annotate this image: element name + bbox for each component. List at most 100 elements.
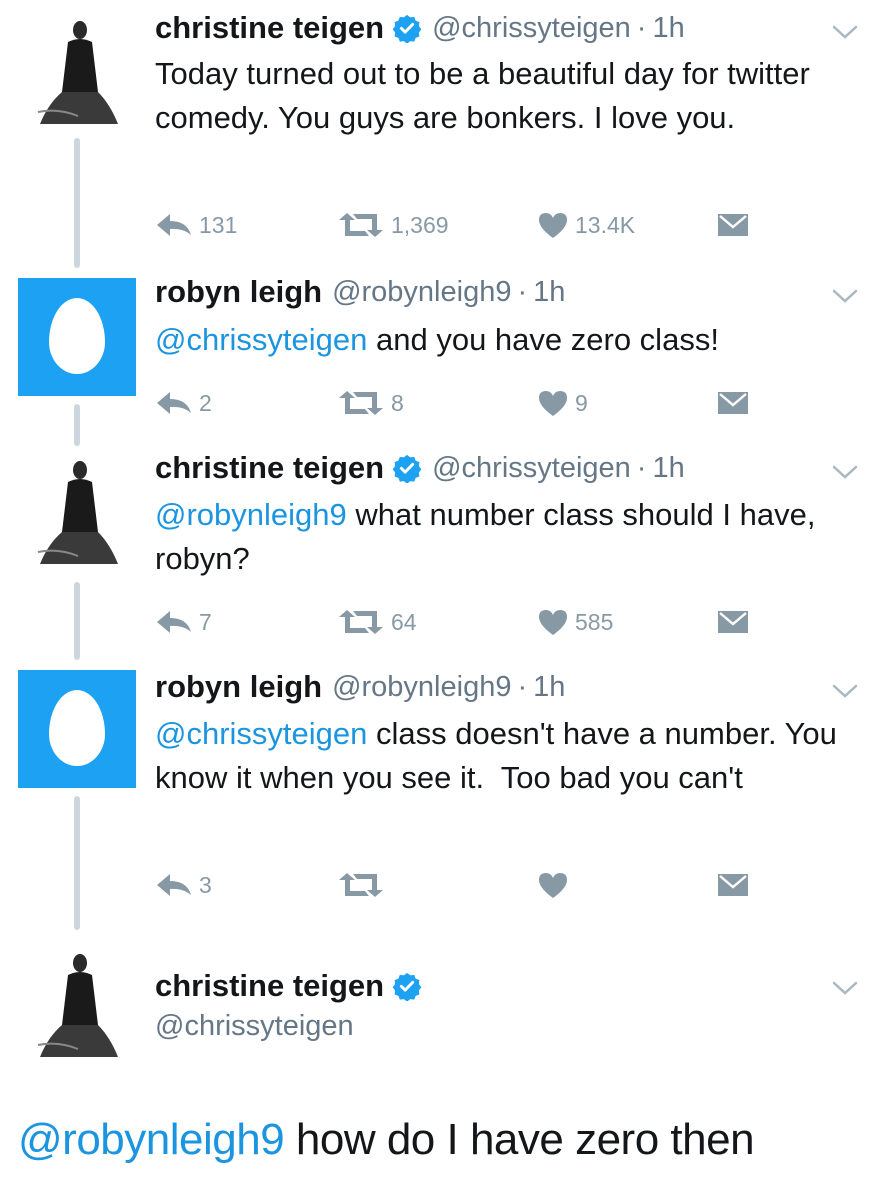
separator-dot: · — [636, 11, 647, 44]
retweet-count: 8 — [391, 389, 404, 416]
retweet-icon — [339, 391, 383, 415]
like-button[interactable]: 9 — [537, 383, 588, 423]
default-egg-icon — [49, 690, 105, 766]
retweet-button[interactable]: 1,369 — [337, 205, 449, 245]
direct-message-button[interactable] — [717, 205, 749, 245]
reply-icon — [157, 874, 191, 896]
thread-line — [74, 582, 80, 660]
direct-message-icon — [718, 611, 748, 633]
retweet-button[interactable]: 8 — [337, 383, 404, 423]
timestamp[interactable]: 1h — [652, 12, 684, 45]
chevron-down-icon[interactable] — [830, 286, 860, 306]
thread-line — [74, 404, 80, 446]
like-icon — [539, 610, 567, 635]
retweet-button[interactable] — [337, 865, 391, 905]
like-count: 585 — [575, 608, 614, 635]
direct-message-button[interactable] — [717, 602, 749, 642]
tweet-body: Today turned out to be a beautiful day f… — [155, 56, 810, 135]
retweet-icon — [339, 873, 383, 897]
handle[interactable]: @chrissyteigen — [432, 452, 631, 485]
mention-link[interactable]: @chrissyteigen — [155, 716, 367, 751]
reply-count: 131 — [199, 211, 238, 238]
display-name[interactable]: christine teigen — [155, 968, 384, 1004]
mention-link[interactable]: @robynleigh9 — [155, 497, 347, 532]
tweet-header: robyn leigh @robynleigh9 · 1h — [155, 667, 565, 707]
display-name[interactable]: christine teigen — [155, 10, 384, 46]
reply-count: 7 — [199, 608, 212, 635]
tweet-text: Today turned out to be a beautiful day f… — [155, 52, 835, 140]
reply-count: 2 — [199, 389, 212, 416]
chevron-down-icon[interactable] — [830, 462, 860, 482]
avatar[interactable] — [18, 452, 136, 570]
reply-icon — [157, 214, 191, 236]
final-reply-body: how do I have zero then — [284, 1115, 755, 1164]
handle[interactable]: @chrissyteigen — [432, 12, 631, 45]
tweet-actions: 3 — [155, 865, 755, 905]
handle[interactable]: @chrissyteigen — [155, 1010, 354, 1043]
avatar[interactable] — [18, 945, 136, 1063]
direct-message-icon — [718, 874, 748, 896]
tweet-header: christine teigen @chrissyteigen · 1h — [155, 8, 685, 48]
display-name[interactable]: christine teigen — [155, 450, 384, 486]
reply-button[interactable]: 2 — [155, 383, 212, 423]
reply-count: 3 — [199, 871, 212, 898]
direct-message-icon — [718, 392, 748, 414]
like-icon — [539, 391, 567, 416]
reply-button[interactable]: 131 — [155, 205, 237, 245]
like-button[interactable]: 585 — [537, 602, 613, 642]
handle[interactable]: @robynleigh9 — [332, 276, 511, 309]
separator-dot: · — [636, 451, 647, 484]
like-icon — [539, 873, 567, 898]
timestamp[interactable]: 1h — [652, 452, 684, 485]
retweet-icon — [339, 610, 383, 634]
timestamp[interactable]: 1h — [533, 276, 565, 309]
verified-badge-icon — [392, 454, 422, 483]
tweet-header: christine teigen @chrissyteigen · 1h — [155, 448, 685, 488]
tweet-text: @chrissyteigen and you have zero class! — [155, 318, 855, 362]
thread-line — [74, 138, 80, 268]
avatar[interactable] — [18, 278, 136, 396]
default-egg-icon — [49, 298, 105, 374]
timestamp[interactable]: 1h — [533, 671, 565, 704]
direct-message-button[interactable] — [717, 865, 749, 905]
chevron-down-icon[interactable] — [830, 22, 860, 42]
reply-button[interactable]: 3 — [155, 865, 212, 905]
reply-icon — [157, 392, 191, 414]
reply-button[interactable]: 7 — [155, 602, 212, 642]
chevron-down-icon[interactable] — [830, 978, 860, 998]
tweet-actions: 131 1,369 13.4K — [155, 205, 755, 245]
tweet-actions: 7 64 585 — [155, 602, 755, 642]
handle[interactable]: @robynleigh9 — [332, 671, 511, 704]
like-icon — [539, 213, 567, 238]
mention-link[interactable]: @chrissyteigen — [155, 322, 367, 357]
verified-badge-icon — [392, 14, 422, 43]
retweet-count: 64 — [391, 608, 417, 635]
like-count: 9 — [575, 389, 588, 416]
portrait-photo — [18, 12, 136, 130]
tweet-text: @robynleigh9 what number class should I … — [155, 493, 845, 581]
like-button[interactable] — [537, 865, 575, 905]
tweet-header: christine teigen — [155, 966, 422, 1006]
tweet-text: @chrissyteigen class doesn't have a numb… — [155, 712, 845, 800]
avatar[interactable] — [18, 670, 136, 788]
portrait-photo — [18, 945, 136, 1063]
like-button[interactable]: 13.4K — [537, 205, 635, 245]
tweet-header: robyn leigh @robynleigh9 · 1h — [155, 272, 565, 312]
like-count: 13.4K — [575, 211, 636, 238]
separator-dot: · — [517, 275, 528, 308]
mention-link[interactable]: @robynleigh9 — [18, 1115, 285, 1164]
tweet-body: and you have zero class! — [367, 322, 719, 357]
final-reply-text: @robynleigh9 how do I have zero then — [18, 1115, 755, 1165]
retweet-count: 1,369 — [391, 211, 449, 238]
handle-row: @chrissyteigen — [155, 1006, 354, 1046]
direct-message-button[interactable] — [717, 383, 749, 423]
avatar[interactable] — [18, 12, 136, 130]
retweet-icon — [339, 213, 383, 237]
thread-line — [74, 796, 80, 930]
chevron-down-icon[interactable] — [830, 681, 860, 701]
display-name[interactable]: robyn leigh — [155, 274, 322, 310]
display-name[interactable]: robyn leigh — [155, 669, 322, 705]
retweet-button[interactable]: 64 — [337, 602, 417, 642]
tweet-actions: 2 8 9 — [155, 383, 755, 423]
direct-message-icon — [718, 214, 748, 236]
